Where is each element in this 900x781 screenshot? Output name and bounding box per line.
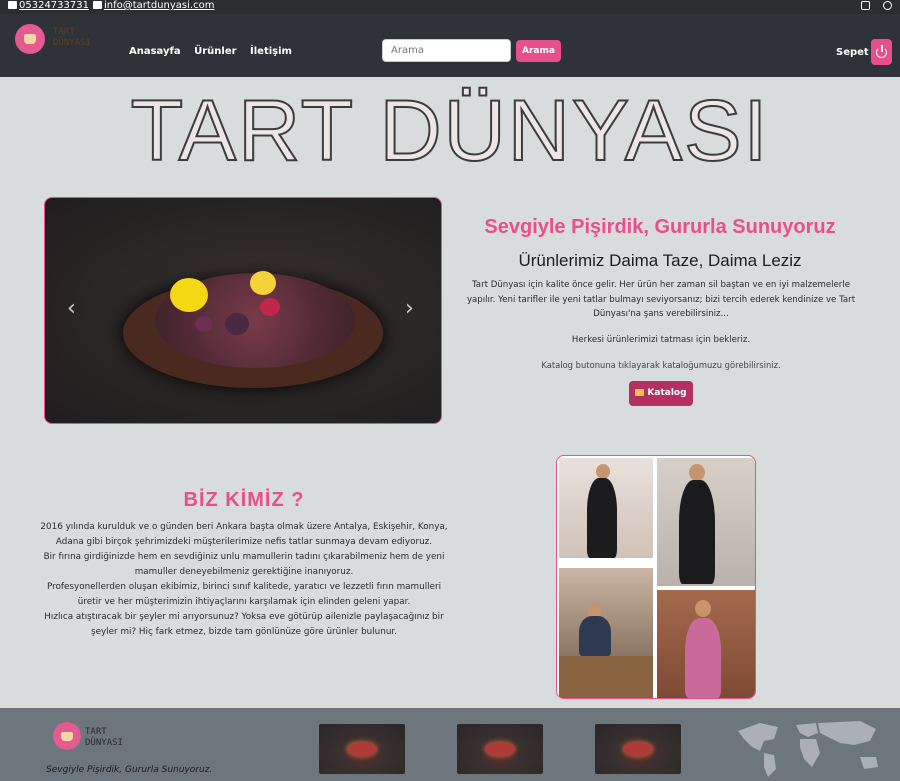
team-photo [559,458,653,558]
footer-product-thumbnail[interactable] [319,724,405,774]
nav-links: Anasayfa Ürünler İletişim [129,46,302,57]
berry-decoration [195,316,213,332]
footer-product-thumbnail[interactable] [457,724,543,774]
footer-logo[interactable] [53,722,81,750]
smiley-decoration [170,278,208,312]
product-image-slider[interactable]: ‹ › [44,197,442,424]
facebook-icon[interactable] [883,1,892,10]
smiley-decoration [250,271,276,295]
person-figure [685,618,721,698]
about-text: 2016 yılında kurulduk ve o günden beri A… [34,520,454,640]
person-figure [587,478,617,558]
team-photo-collage [556,455,756,699]
team-photo [559,568,653,698]
nav-link-products[interactable]: Ürünler [194,46,236,57]
phone-icon [8,1,17,9]
hero-slogan: Sevgiyle Pişirdik, Gururla Sunuyoruz [484,216,836,238]
person-head [689,464,705,481]
about-paragraph: Hızlıca atıştıracak bir şeyler mi arıyor… [44,612,444,637]
team-photo [657,458,755,586]
cart-link[interactable]: Sepet [836,47,869,58]
team-photo [657,590,755,698]
footer-logo-line-2: DÜNYASI [85,738,123,748]
email-icon [93,1,102,9]
logo-line-1: TART [53,27,75,37]
berry-decoration [260,298,280,316]
power-icon[interactable] [871,39,892,65]
instagram-icon[interactable] [861,1,870,10]
nav-link-contact[interactable]: İletişim [250,46,292,57]
about-paragraph: 2016 yılında kurulduk ve o günden beri A… [40,522,448,547]
pastry-tray [559,656,653,698]
hero-big-title: TART DÜNYASI [130,83,770,180]
footer-logo-text: TART DÜNYASI [85,727,123,749]
hero-subtitle: Ürünlerimiz Daima Taze, Daima Leziz [518,251,802,270]
nav-link-home[interactable]: Anasayfa [129,46,181,57]
footer-slogan: Sevgiyle Pişirdik, Gururla Sunuyoruz. [46,765,213,775]
brand-logo-text[interactable]: TART DÜNYASI [53,27,91,49]
person-head [596,464,610,479]
catalog-button-label: Katalog [647,388,687,398]
catalog-button[interactable]: Katalog [629,381,693,406]
about-title: BİZ KİMİZ ? [183,489,305,511]
phone-link[interactable]: 05324733731 [8,0,89,12]
email-link[interactable]: info@tartdunyasi.com [93,0,214,12]
slider-next-icon[interactable]: › [405,296,414,321]
footer-logo-line-1: TART [85,727,107,737]
about-paragraph: Profesyonellerden oluşan ekibimiz, birin… [46,582,442,607]
folder-icon [635,389,645,396]
brand-logo[interactable] [15,24,45,54]
search-button[interactable]: Arama [516,40,561,62]
search-input[interactable] [382,39,511,62]
phone-number: 05324733731 [19,0,89,11]
email-address: info@tartdunyasi.com [104,0,215,11]
world-map-icon [738,721,878,777]
footer-product-thumbnail[interactable] [595,724,681,774]
slider-prev-icon[interactable]: ‹ [67,296,76,321]
person-figure [679,480,715,584]
about-paragraph: Bir fırına girdiğinizde hem en sevdiğini… [43,552,445,577]
berry-decoration [225,313,249,335]
person-figure [579,616,611,656]
logo-line-2: DÜNYASI [53,38,91,48]
catalog-note: Katalog butonuna tıklayarak kataloğumuzu… [541,360,781,370]
hero-description: Tart Dünyası için kalite önce gelir. Her… [466,280,856,319]
person-head [695,600,711,617]
top-contact-bar: 05324733731 info@tartdunyasi.com [0,0,900,14]
hero-welcome: Herkesi ürünlerimizi tatması için bekler… [571,335,751,345]
